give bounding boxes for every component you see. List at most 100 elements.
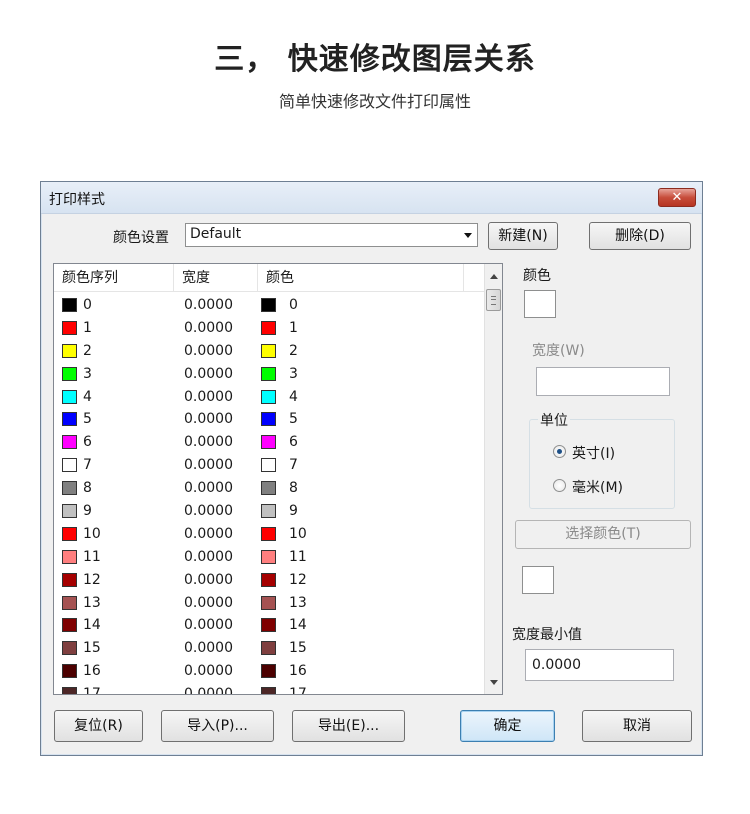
width-cell: 0.0000 — [184, 594, 233, 611]
delete-button[interactable]: 删除(D) — [589, 222, 691, 250]
color-swatch — [62, 343, 77, 358]
color-swatch — [62, 435, 77, 450]
unit-inch-radio[interactable] — [553, 445, 566, 458]
page-subheading: 简单快速修改文件打印属性 — [278, 92, 471, 111]
color-swatch — [261, 504, 276, 519]
color-index-cell: 10 — [83, 525, 101, 542]
scroll-thumb[interactable] — [486, 289, 501, 311]
table-row[interactable]: 13 0.0000 13 — [54, 592, 484, 615]
color-swatch — [62, 618, 77, 633]
color-swatch — [261, 298, 276, 312]
color-index-cell: 7 — [83, 457, 92, 474]
color-swatch — [261, 618, 276, 633]
color-index-cell: 4 — [83, 388, 92, 405]
scroll-up-icon[interactable] — [490, 274, 498, 279]
print-style-dialog: 打印样式 ✕ 颜色设置 Default 新建(N) 删除(D) 颜色序列 宽度 … — [40, 181, 703, 756]
width-cell: 0.0000 — [184, 457, 233, 474]
color-swatch — [62, 366, 77, 381]
color-swatch — [62, 458, 77, 473]
table-row[interactable]: 9 0.0000 9 — [54, 500, 484, 523]
reset-button[interactable]: 复位(R) — [54, 710, 143, 742]
color-index-cell: 2 — [83, 342, 92, 359]
color-list[interactable]: 颜色序列 宽度 颜色 0 0.0000 0 1 0.0000 1 2 0.0000 2 3 0.00… — [53, 263, 503, 695]
table-row[interactable]: 15 0.0000 15 — [54, 637, 484, 660]
min-width-label: 宽度最小值 — [512, 627, 582, 643]
width-cell: 0.0000 — [184, 503, 233, 520]
color-setting-select[interactable]: Default — [185, 223, 478, 247]
table-row[interactable]: 17 0.0000 17 — [54, 683, 484, 695]
dialog-titlebar[interactable]: 打印样式 ✕ — [41, 182, 702, 214]
new-button[interactable]: 新建(N) — [488, 222, 558, 250]
color-name-cell: 14 — [289, 617, 307, 634]
selected-color-box[interactable] — [522, 566, 554, 594]
table-row[interactable]: 1 0.0000 1 — [54, 317, 484, 340]
export-button[interactable]: 导出(E)... — [292, 710, 405, 742]
color-swatch — [261, 595, 276, 610]
unit-mm-radio[interactable] — [553, 479, 566, 492]
table-row[interactable]: 5 0.0000 5 — [54, 408, 484, 431]
table-row[interactable]: 0 0.0000 0 — [54, 294, 484, 317]
color-swatch — [261, 572, 276, 587]
width-cell: 0.0000 — [184, 297, 233, 313]
width-cell: 0.0000 — [184, 319, 233, 336]
color-name-cell: 10 — [289, 525, 307, 542]
color-name-cell: 6 — [289, 434, 298, 451]
color-name-cell: 13 — [289, 594, 307, 611]
color-index-cell: 11 — [83, 548, 101, 565]
min-width-input[interactable]: 0.0000 — [525, 649, 674, 681]
width-cell: 0.0000 — [184, 525, 233, 542]
color-swatch — [261, 664, 276, 679]
unit-mm-label[interactable]: 毫米(M) — [572, 477, 623, 497]
cancel-button[interactable]: 取消 — [582, 710, 692, 742]
color-name-cell: 17 — [289, 686, 307, 695]
color-index-cell: 3 — [83, 365, 92, 382]
color-index-cell: 6 — [83, 434, 92, 451]
header-color-index[interactable]: 颜色序列 — [54, 264, 174, 292]
color-preview-box[interactable] — [524, 290, 556, 318]
color-swatch — [62, 298, 77, 312]
width-cell: 0.0000 — [184, 342, 233, 359]
color-index-cell: 15 — [83, 640, 101, 657]
ok-button[interactable]: 确定 — [460, 710, 555, 742]
color-swatch — [261, 366, 276, 381]
table-row[interactable]: 3 0.0000 3 — [54, 363, 484, 386]
color-swatch — [261, 526, 276, 541]
width-input[interactable] — [536, 367, 670, 396]
table-row[interactable]: 16 0.0000 16 — [54, 660, 484, 683]
table-row[interactable]: 11 0.0000 11 — [54, 546, 484, 569]
color-name-cell: 12 — [289, 571, 307, 588]
scroll-down-icon[interactable] — [490, 680, 498, 685]
color-index-cell: 14 — [83, 617, 101, 634]
width-cell: 0.0000 — [184, 480, 233, 497]
header-width[interactable]: 宽度 — [174, 264, 258, 292]
table-row[interactable]: 12 0.0000 12 — [54, 569, 484, 592]
table-row[interactable]: 8 0.0000 8 — [54, 477, 484, 500]
table-row[interactable]: 10 0.0000 10 — [54, 523, 484, 546]
table-row[interactable]: 4 0.0000 4 — [54, 386, 484, 409]
list-scrollbar[interactable] — [484, 264, 502, 694]
color-index-cell: 12 — [83, 571, 101, 588]
unit-inch-label[interactable]: 英寸(I) — [572, 443, 615, 463]
table-row[interactable]: 7 0.0000 7 — [54, 454, 484, 477]
color-swatch — [62, 504, 77, 519]
unit-group-label: 单位 — [538, 410, 570, 430]
color-index-cell: 13 — [83, 594, 101, 611]
color-swatch — [62, 320, 77, 335]
select-color-button[interactable]: 选择颜色(T) — [515, 520, 691, 549]
width-cell: 0.0000 — [184, 388, 233, 405]
color-name-cell: 9 — [289, 503, 298, 520]
color-setting-value: Default — [190, 226, 242, 242]
color-index-cell: 16 — [83, 663, 101, 680]
table-row[interactable]: 6 0.0000 6 — [54, 431, 484, 454]
header-color[interactable]: 颜色 — [258, 264, 464, 292]
color-swatch — [261, 343, 276, 358]
close-button[interactable]: ✕ — [658, 188, 696, 207]
width-cell: 0.0000 — [184, 617, 233, 634]
table-row[interactable]: 2 0.0000 2 — [54, 340, 484, 363]
table-row[interactable]: 14 0.0000 14 — [54, 614, 484, 637]
color-swatch — [62, 664, 77, 679]
width-cell: 0.0000 — [184, 365, 233, 382]
color-swatch — [261, 435, 276, 450]
color-name-cell: 8 — [289, 480, 298, 497]
import-button[interactable]: 导入(P)... — [161, 710, 274, 742]
